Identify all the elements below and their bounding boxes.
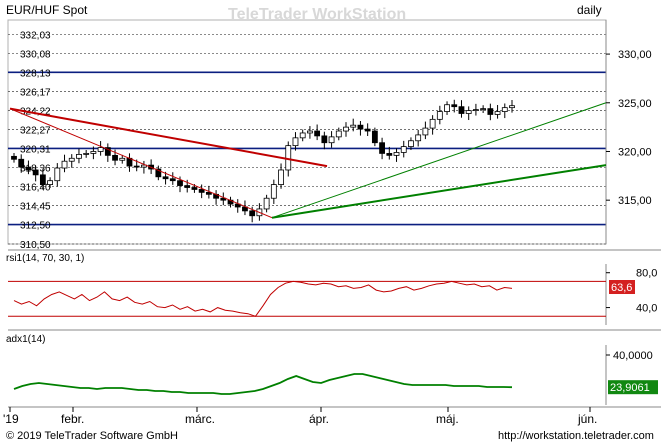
fib-level-label: 330,08 bbox=[20, 49, 51, 60]
candle bbox=[278, 169, 284, 185]
rsi-tick-label: 40,0 bbox=[636, 303, 657, 315]
candle bbox=[191, 187, 198, 190]
candle bbox=[415, 134, 422, 142]
candle bbox=[32, 169, 39, 176]
candle bbox=[299, 132, 306, 139]
x-tick-label: ápr. bbox=[309, 412, 329, 426]
trendline bbox=[9, 107, 328, 168]
candle bbox=[400, 146, 407, 153]
candle bbox=[321, 135, 328, 144]
rsi-series-line bbox=[13, 280, 513, 317]
rsi-last-value: 63,6 bbox=[611, 282, 632, 294]
rsi-tick-label: 80,0 bbox=[636, 268, 657, 280]
adx-tick-label: 40,0000 bbox=[613, 350, 653, 362]
trendline bbox=[271, 164, 607, 219]
candle bbox=[451, 104, 458, 108]
price-panel: 332,03330,08328,13326,17324,22322,27320,… bbox=[7, 19, 652, 251]
candle bbox=[328, 136, 335, 144]
candle bbox=[83, 153, 90, 155]
candle bbox=[386, 153, 393, 156]
source-url[interactable]: http://workstation.teletrader.com bbox=[498, 430, 654, 442]
candle bbox=[198, 189, 205, 193]
candle bbox=[54, 167, 61, 182]
fib-level-label: 314,45 bbox=[20, 202, 51, 213]
fib-level-label: 320,31 bbox=[20, 144, 51, 155]
adx-panel: adx1(14) 40,0000 23,9061 bbox=[6, 329, 661, 405]
trendline bbox=[271, 102, 607, 219]
candle bbox=[494, 111, 501, 115]
candle bbox=[335, 130, 342, 138]
candle bbox=[177, 180, 183, 186]
candle bbox=[343, 126, 349, 132]
candle bbox=[408, 140, 414, 148]
x-tick-label: '19 bbox=[3, 412, 19, 426]
adx-title: adx1(14) bbox=[6, 334, 45, 345]
chart-area[interactable]: 332,03330,08328,13326,17324,22322,27320,… bbox=[0, 0, 661, 445]
candle bbox=[112, 154, 118, 161]
candle bbox=[509, 105, 515, 109]
candle bbox=[47, 180, 53, 185]
candle bbox=[68, 157, 75, 162]
candle bbox=[307, 130, 313, 134]
rsi-panel: rsi1(14, 70, 30, 1) 40,0 80,0 63,6 bbox=[6, 249, 661, 325]
candle bbox=[39, 174, 46, 185]
candle bbox=[184, 185, 191, 188]
candle bbox=[263, 197, 270, 210]
fib-level-label: 310,50 bbox=[20, 240, 51, 251]
candle bbox=[292, 137, 299, 147]
candle bbox=[76, 153, 82, 159]
fib-level-label: 326,17 bbox=[20, 87, 51, 98]
candle bbox=[393, 152, 400, 156]
x-axis: '19 febr. márc. ápr. máj. jún. bbox=[3, 406, 661, 426]
candle bbox=[133, 165, 140, 168]
fib-level-label: 316,40 bbox=[20, 183, 51, 194]
candle bbox=[270, 184, 277, 199]
fib-level-label: 328,13 bbox=[20, 68, 51, 79]
candle bbox=[429, 118, 436, 129]
rsi-title: rsi1(14, 70, 30, 1) bbox=[6, 253, 84, 264]
candle bbox=[436, 111, 443, 120]
candle bbox=[371, 130, 378, 144]
x-tick-label: máj. bbox=[436, 412, 459, 426]
price-tick-label: 330,00 bbox=[618, 49, 652, 61]
candle bbox=[169, 178, 176, 182]
candle bbox=[444, 104, 450, 112]
candle bbox=[473, 109, 479, 111]
adx-last-value: 23,9061 bbox=[610, 382, 650, 394]
candle bbox=[11, 155, 17, 160]
price-tick-label: 320,00 bbox=[618, 146, 652, 158]
candle bbox=[61, 160, 68, 169]
copyright: © 2019 TeleTrader Software GmbH bbox=[6, 430, 178, 442]
candle bbox=[458, 106, 465, 114]
price-tick-label: 315,00 bbox=[618, 195, 652, 207]
candle bbox=[364, 128, 371, 132]
candle bbox=[357, 124, 364, 130]
x-tick-label: jún. bbox=[577, 412, 597, 426]
fib-level-label: 322,27 bbox=[20, 125, 51, 136]
candle bbox=[90, 151, 97, 154]
x-tick-label: febr. bbox=[61, 412, 84, 426]
candle bbox=[119, 157, 126, 161]
fib-level-label: 312,50 bbox=[20, 221, 51, 232]
candle bbox=[422, 127, 429, 136]
price-tick-label: 325,00 bbox=[618, 98, 652, 110]
candle bbox=[314, 130, 321, 137]
candle bbox=[97, 147, 104, 152]
candle bbox=[25, 166, 32, 171]
candle bbox=[162, 176, 169, 180]
x-tick-label: márc. bbox=[185, 412, 215, 426]
candle bbox=[480, 108, 487, 111]
candle bbox=[350, 124, 357, 128]
adx-series-line bbox=[13, 373, 513, 395]
candle bbox=[379, 142, 385, 154]
fib-level-label: 332,03 bbox=[20, 30, 51, 41]
candle bbox=[465, 110, 472, 114]
candle bbox=[501, 107, 508, 112]
candle bbox=[18, 158, 25, 168]
candle bbox=[487, 108, 494, 115]
candle bbox=[249, 210, 256, 217]
